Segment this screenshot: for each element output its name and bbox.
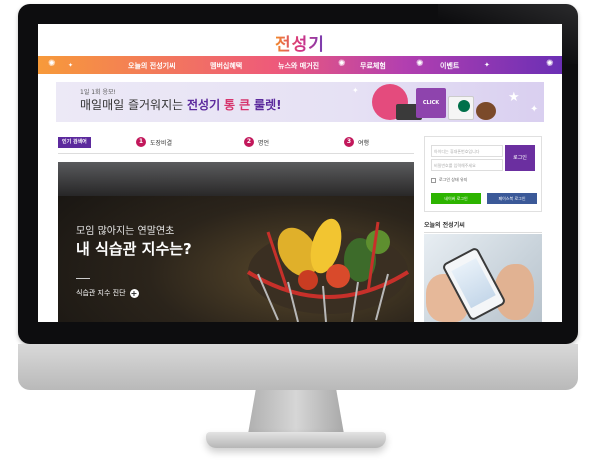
today-section: 오늘의 전성기씨 bbox=[424, 220, 542, 322]
hero-banner[interactable]: 모임 많아지는 연말연초 내 식습관 지수는? 식습관 지수 진단 + bbox=[58, 162, 414, 322]
hero-title: 내 식습관 지수는? bbox=[76, 240, 192, 258]
hot-keyword-2[interactable]: 2 명언 bbox=[244, 137, 269, 147]
nav-item-free-trial[interactable]: 무료체험 bbox=[360, 61, 386, 71]
click-badge-label: CLICK bbox=[422, 100, 440, 106]
coffee-logo-icon bbox=[458, 100, 470, 112]
today-feature-image[interactable] bbox=[424, 234, 542, 322]
keep-login-label: 로그인 상태 유지 bbox=[439, 177, 468, 182]
website-screen: 전성기 ✺ ✦ 오늘의 전성기씨 멤버십혜택 뉴스와 매거진 ✺ 무료체험 ✺ … bbox=[38, 24, 562, 322]
sparkle-icon: ✦ bbox=[68, 62, 74, 69]
login-box: 아이디는 휴대폰번호입니다 비밀번호를 입력해주세요 로그인 로그인 상태 유지… bbox=[424, 136, 542, 212]
hot-keyword-3[interactable]: 3 여행 bbox=[344, 137, 369, 147]
rank-badge: 2 bbox=[244, 137, 254, 147]
today-section-title: 오늘의 전성기씨 bbox=[424, 222, 465, 229]
sparkle-icon: ✺ bbox=[48, 59, 56, 69]
keyword-label: 여행 bbox=[358, 139, 370, 147]
sparkle-icon: ✺ bbox=[338, 59, 346, 69]
hero-divider bbox=[76, 278, 90, 279]
grocery-basket-illustration bbox=[246, 218, 410, 322]
hero-link-label: 식습관 지수 진단 bbox=[76, 289, 126, 297]
nav-item-membership[interactable]: 멤버십혜택 bbox=[210, 61, 242, 71]
keyword-label: 명언 bbox=[258, 139, 270, 147]
hot-keywords: 인기 검색어 1 도장비결 2 명언 3 여행 bbox=[58, 136, 414, 150]
plus-circle-icon: + bbox=[129, 288, 139, 298]
banner-small-text: 1일 1회 응모! bbox=[80, 89, 116, 96]
banner-highlight: 통 큰 bbox=[223, 98, 251, 112]
star-icon: ✦ bbox=[530, 104, 539, 115]
desktop-monitor-mockup: 전성기 ✺ ✦ 오늘의 전성기씨 멤버십혜택 뉴스와 매거진 ✺ 무료체험 ✺ … bbox=[0, 0, 591, 464]
nav-item-event[interactable]: 이벤트 bbox=[440, 61, 459, 71]
password-input[interactable]: 비밀번호를 입력해주세요 bbox=[431, 159, 503, 171]
nav-item-today[interactable]: 오늘의 전성기씨 bbox=[128, 61, 176, 71]
monitor-chin bbox=[18, 344, 578, 390]
naver-login-button[interactable]: 네이버 로그인 bbox=[431, 193, 481, 204]
main-nav: ✺ ✦ 오늘의 전성기씨 멤버십혜택 뉴스와 매거진 ✺ 무료체험 ✺ 이벤트 … bbox=[38, 56, 562, 74]
banner-suffix: 룰렛! bbox=[254, 98, 282, 112]
checkbox-icon bbox=[431, 177, 436, 183]
banner-brand: 전성기 bbox=[187, 98, 221, 112]
login-button[interactable]: 로그인 bbox=[505, 145, 535, 171]
hero-diagnosis-link[interactable]: 식습관 지수 진단 + bbox=[76, 288, 139, 298]
rank-badge: 1 bbox=[136, 137, 146, 147]
banner-main-text: 매일매일 즐거워지는 전성기 통 큰 룰렛! bbox=[80, 96, 282, 113]
monitor-stand-foot bbox=[206, 432, 386, 448]
sparkle-icon: ✺ bbox=[546, 59, 554, 69]
donut-icon bbox=[476, 102, 496, 120]
site-logo[interactable]: 전성기 bbox=[38, 30, 562, 55]
click-badge[interactable]: CLICK bbox=[416, 88, 446, 118]
banner-main-prefix: 매일매일 즐거워지는 bbox=[80, 98, 187, 112]
monitor-stand-neck bbox=[248, 390, 344, 434]
hero-background-shelf bbox=[58, 162, 414, 196]
id-input[interactable]: 아이디는 휴대폰번호입니다 bbox=[431, 145, 503, 157]
star-icon: ✦ bbox=[352, 86, 359, 95]
sparkle-icon: ✦ bbox=[484, 61, 490, 69]
divider bbox=[424, 232, 542, 233]
site-logo-text: 전성기 bbox=[275, 35, 325, 55]
nav-item-news[interactable]: 뉴스와 매거진 bbox=[278, 61, 319, 71]
hot-keywords-label: 인기 검색어 bbox=[58, 137, 91, 148]
star-icon: ★ bbox=[508, 90, 520, 105]
keyword-label: 도장비결 bbox=[150, 139, 173, 147]
divider bbox=[58, 153, 414, 154]
facebook-login-button[interactable]: 페이스북 로그인 bbox=[487, 193, 537, 204]
rank-badge: 3 bbox=[344, 137, 354, 147]
keep-login-checkbox[interactable]: 로그인 상태 유지 bbox=[431, 177, 467, 183]
sparkle-icon: ✺ bbox=[416, 59, 424, 69]
roulette-banner[interactable]: 1일 1회 응모! 매일매일 즐거워지는 전성기 통 큰 룰렛! CLICK ★… bbox=[56, 82, 544, 122]
hero-subtitle: 모임 많아지는 연말연초 bbox=[76, 226, 175, 237]
hot-keyword-1[interactable]: 1 도장비결 bbox=[136, 137, 172, 147]
